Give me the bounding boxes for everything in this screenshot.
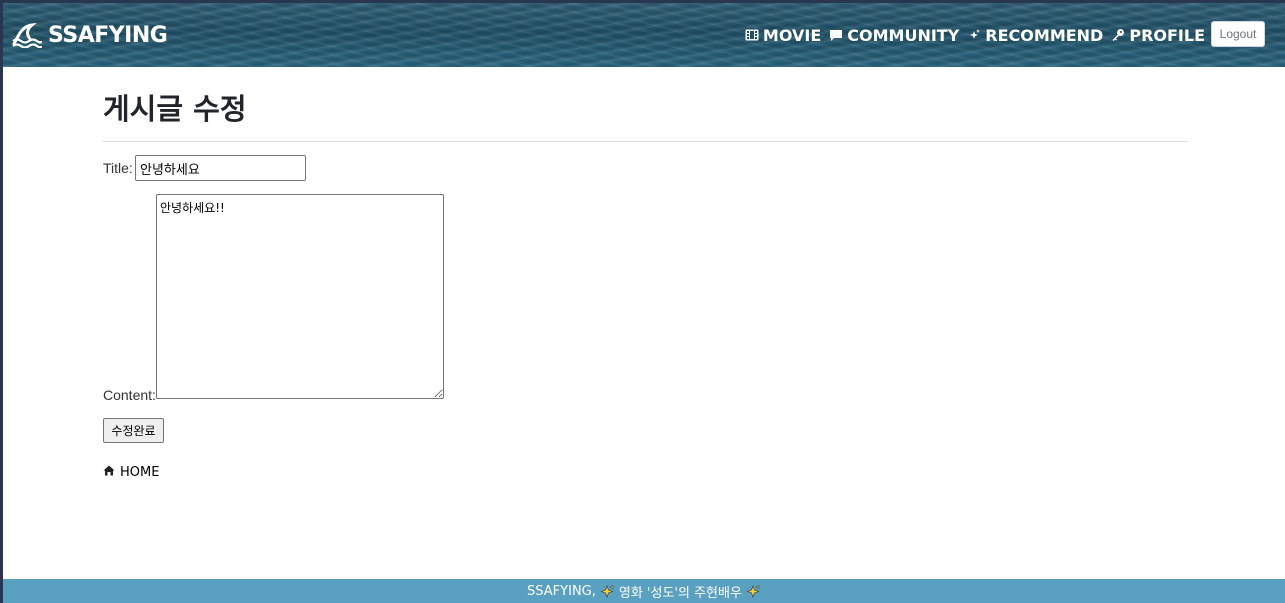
chat-bubble-icon — [829, 29, 843, 42]
footer-prefix: SSAFYING, — [527, 583, 596, 599]
nav-item-label: PROFILE — [1129, 25, 1205, 45]
nav-item-profile[interactable]: PROFILE — [1111, 26, 1205, 45]
title-divider — [103, 141, 1188, 142]
sparkles-icon — [600, 583, 615, 599]
logout-button[interactable]: Logout — [1211, 21, 1265, 47]
nav-item-label: RECOMMEND — [985, 25, 1104, 45]
title-label: Title: — [103, 160, 133, 176]
brand-logo[interactable]: SSAFYING — [12, 20, 168, 50]
submit-edit-button[interactable]: 수정완료 — [103, 418, 164, 443]
wave-icon — [12, 22, 42, 48]
home-icon — [103, 465, 115, 480]
main-nav: MOVIE COMMUNITY RECOMMEND PROFILE — [745, 23, 1205, 47]
content-label: Content: — [103, 387, 156, 403]
content-textarea[interactable]: 안녕하세요!! — [156, 194, 444, 399]
page-title: 게시글 수정 — [103, 92, 247, 126]
home-link[interactable]: HOME — [103, 465, 159, 480]
film-icon — [745, 29, 759, 41]
brand-name: SSAFYING — [48, 22, 168, 48]
footer: SSAFYING, 영화 '성도'의 주현배우 — [3, 579, 1285, 603]
window-left-border — [0, 0, 3, 603]
home-link-label: HOME — [120, 465, 160, 480]
sparkles-icon — [746, 583, 761, 599]
nav-item-label: MOVIE — [762, 25, 822, 45]
footer-text: 영화 '성도'의 주현배우 — [618, 585, 742, 601]
title-input[interactable] — [135, 155, 306, 181]
nav-item-label: COMMUNITY — [847, 25, 960, 45]
navbar: SSAFYING MOVIE COMMUNITY RECOMMEND PROFI… — [3, 3, 1285, 67]
nav-item-community[interactable]: COMMUNITY — [829, 26, 959, 45]
nav-item-movie[interactable]: MOVIE — [745, 26, 821, 45]
sparkle-icon — [967, 28, 981, 42]
key-icon — [1111, 28, 1125, 42]
nav-item-recommend[interactable]: RECOMMEND — [967, 26, 1103, 45]
